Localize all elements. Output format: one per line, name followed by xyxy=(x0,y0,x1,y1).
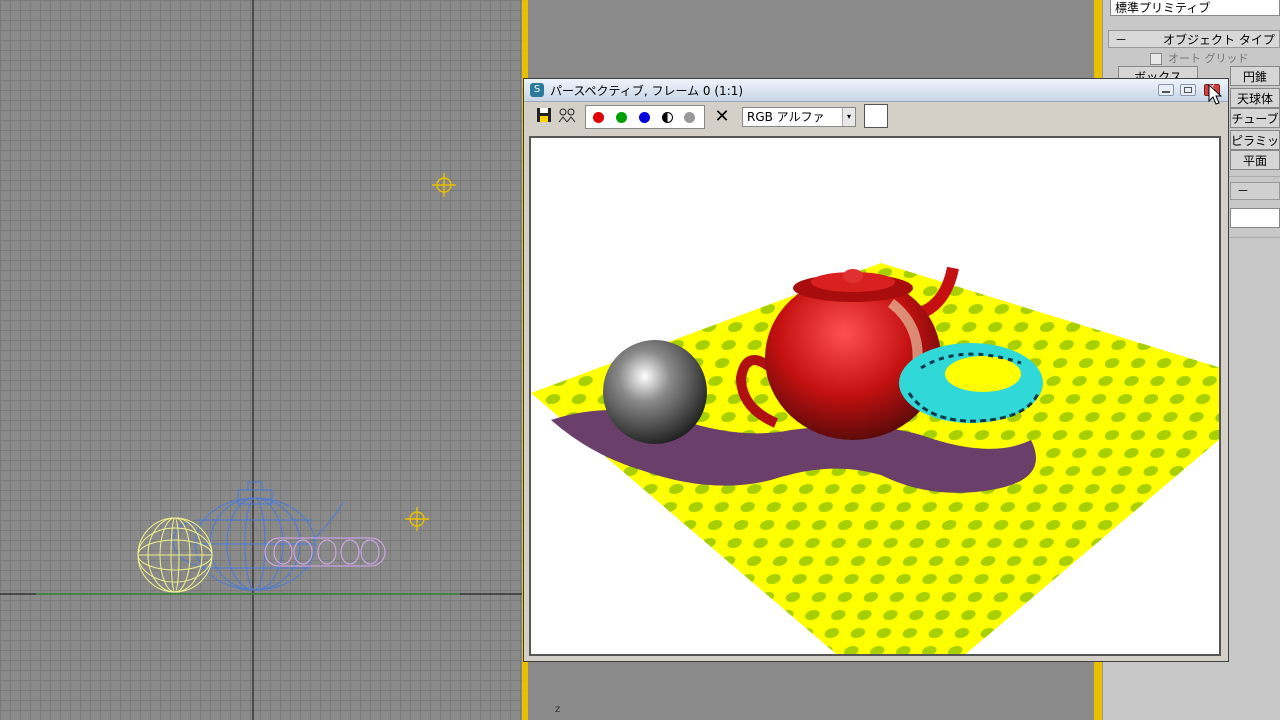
chevron-down-icon[interactable]: ▾ xyxy=(842,108,855,126)
tube-button[interactable]: チューブ xyxy=(1230,108,1280,128)
autogrid-label: オート グリッド xyxy=(1168,52,1249,65)
geosphere-button[interactable]: 天球体 xyxy=(1230,88,1280,108)
name-field[interactable] xyxy=(1230,208,1280,228)
mono-icon[interactable] xyxy=(684,112,695,123)
minimize-icon xyxy=(1162,91,1170,93)
mouse-cursor-icon xyxy=(1208,84,1222,105)
torus xyxy=(899,343,1043,423)
rollout-title: オブジェクト タイプ xyxy=(1163,33,1275,47)
clear-icon[interactable]: ✕ xyxy=(712,107,732,127)
channel-select[interactable]: RGB アルファ ▾ xyxy=(742,107,856,127)
channel-toggles xyxy=(585,105,705,129)
object-type-rollout[interactable]: － オブジェクト タイプ xyxy=(1108,30,1280,48)
sphere xyxy=(603,340,707,444)
category-dropdown[interactable]: 標準プリミティブ xyxy=(1110,0,1280,16)
cone-button[interactable]: 円錐 xyxy=(1230,66,1280,86)
title-bar[interactable]: S パースペクティブ, フレーム 0 (1:1) xyxy=(524,79,1228,102)
rollout-toggle[interactable]: － xyxy=(1115,31,1127,49)
clone-frame-icon[interactable] xyxy=(557,107,577,127)
alpha-channel-icon[interactable] xyxy=(662,112,673,123)
maximize-button[interactable] xyxy=(1180,84,1196,96)
pyramid-button[interactable]: ピラミッド xyxy=(1230,130,1280,168)
name-color-rollout[interactable]: － xyxy=(1230,182,1280,200)
light-gizmo-1 xyxy=(432,173,456,197)
light-gizmo-2 xyxy=(405,507,429,531)
save-icon[interactable] xyxy=(534,107,554,127)
app-icon: S xyxy=(530,83,544,97)
viewport-scene xyxy=(0,0,522,720)
left-viewport[interactable] xyxy=(0,0,522,720)
blue-channel-icon[interactable] xyxy=(639,112,650,123)
color-swatch[interactable] xyxy=(864,104,888,128)
autogrid-checkbox[interactable]: オート グリッド xyxy=(1150,50,1249,66)
window-title: パースペクティブ, フレーム 0 (1:1) xyxy=(550,84,744,98)
z-axis-label: z xyxy=(555,704,561,715)
green-channel-icon[interactable] xyxy=(616,112,627,123)
sphere-wireframe xyxy=(137,517,213,593)
minimize-button[interactable] xyxy=(1158,84,1174,96)
rendered-frame-window: S パースペクティブ, フレーム 0 (1:1) ✕ RGB アルファ ▾ xyxy=(523,78,1229,662)
rendered-scene xyxy=(531,263,1219,654)
frame-toolbar: ✕ RGB アルファ ▾ xyxy=(524,101,1228,133)
checkbox-icon[interactable] xyxy=(1150,53,1162,65)
channel-select-value: RGB アルファ xyxy=(747,110,825,124)
maximize-icon xyxy=(1184,87,1192,93)
plane-button[interactable]: 平面 xyxy=(1230,150,1280,170)
red-channel-icon[interactable] xyxy=(593,112,604,123)
render-image xyxy=(529,136,1221,656)
